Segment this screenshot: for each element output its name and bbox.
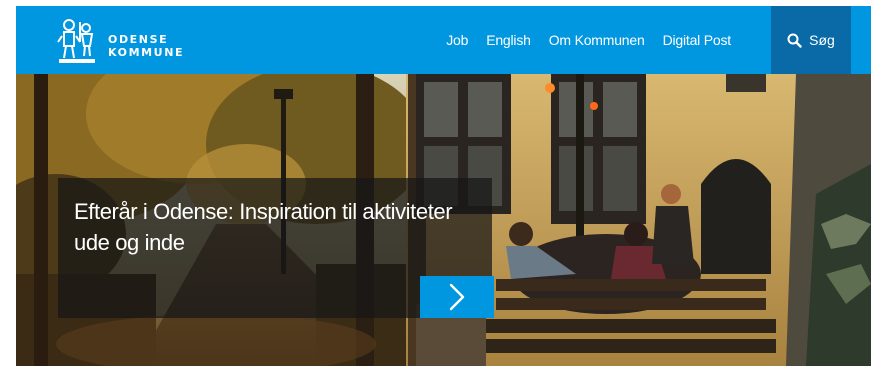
site-header: ODENSE KOMMUNE Job English Om Kommunen D… (16, 6, 871, 74)
main-nav: Job English Om Kommunen Digital Post (428, 6, 731, 74)
hero-title[interactable]: Efterår i Odense: Inspiration til aktivi… (74, 196, 478, 258)
nav-link-english[interactable]: English (486, 32, 531, 48)
hero-next-button[interactable] (420, 276, 494, 318)
search-button[interactable]: Søg (771, 6, 851, 74)
chevron-right-icon (449, 283, 465, 311)
brand-line-2: KOMMUNE (108, 46, 185, 59)
brand-name: ODENSE KOMMUNE (108, 23, 184, 59)
brand-line-1: ODENSE (108, 33, 169, 46)
page: ODENSE KOMMUNE Job English Om Kommunen D… (0, 0, 887, 366)
search-label: Søg (809, 32, 835, 48)
site-logo[interactable]: ODENSE KOMMUNE (56, 15, 184, 67)
nav-link-om-kommunen[interactable]: Om Kommunen (549, 32, 645, 48)
hero-banner: Efterår i Odense: Inspiration til aktivi… (16, 74, 871, 366)
nav-link-digital-post[interactable]: Digital Post (663, 32, 732, 48)
search-icon (787, 33, 802, 48)
coat-of-arms-icon (57, 19, 95, 63)
nav-link-job[interactable]: Job (446, 32, 468, 48)
